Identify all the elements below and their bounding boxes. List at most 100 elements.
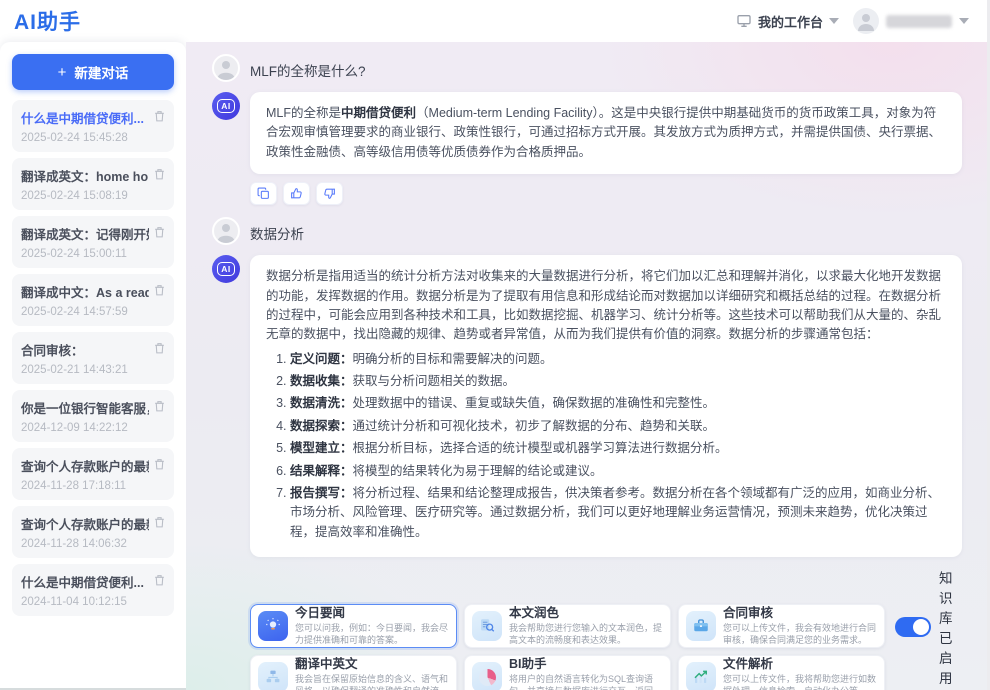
conversation-history-list: 什么是中期借贷便利... 2025-02-24 15:45:28 翻译成英文：h… — [12, 100, 174, 616]
thumbs-down-button[interactable] — [316, 182, 343, 205]
conversation-item[interactable]: 翻译成中文：As a reader... 2025-02-24 14:57:59 — [12, 274, 174, 326]
chat-area: MLF的全称是什么? AI MLF的全称是中期借贷便利（Medium-term … — [186, 42, 987, 690]
card-title: 本文润色 — [509, 606, 663, 622]
trend-arrow-icon — [686, 662, 716, 690]
copy-button[interactable] — [250, 182, 277, 205]
card-title: 文件解析 — [723, 657, 877, 673]
card-desc: 您可以上传文件，我会有效地进行合同审核，确保合同满足您的业务需求。 — [723, 623, 877, 646]
delete-conversation-icon[interactable] — [153, 283, 166, 297]
new-conversation-label: 新建对话 — [74, 62, 128, 82]
card-title: 合同审核 — [723, 606, 877, 622]
workspace-label: 我的工作台 — [758, 12, 823, 31]
document-magnifier-icon — [472, 611, 502, 641]
delete-conversation-icon[interactable] — [153, 515, 166, 529]
card-title: 今日要闻 — [295, 606, 449, 622]
conversation-item[interactable]: 你是一位银行智能客服，... 2024-12-09 14:22:12 — [12, 390, 174, 442]
card-desc: 将用户的自然语言转化为SQL查询语句，并直接与数据库进行交互，返回智能推荐的图表… — [509, 674, 663, 690]
card-desc: 您可以上传文件，我将帮助您进行如数据处理、信息检索、自动化办公等。 — [723, 674, 877, 690]
conversation-title: 翻译成中文：As a reader... — [21, 282, 149, 301]
sidebar: + 新建对话 什么是中期借贷便利... 2025-02-24 15:45:28 … — [0, 42, 186, 690]
briefcase-icon — [686, 611, 716, 641]
card-translate[interactable]: 翻译中英文 我会旨在保留原始信息的含义、语气和风格，以确保翻译的准确性和自然流畅… — [250, 655, 457, 690]
conversation-time: 2024-12-09 14:22:12 — [21, 422, 165, 434]
card-text-polish[interactable]: 本文润色 我会帮助您进行您输入的文本润色，提高文本的流畅度和表达效果。 — [464, 604, 671, 648]
conversation-time: 2025-02-24 15:00:11 — [21, 248, 165, 260]
conversation-item[interactable]: 查询个人存款账户的最新... 2024-11-28 14:06:32 — [12, 506, 174, 558]
conversation-title: 翻译成英文：记得刚开始... — [21, 224, 149, 243]
card-desc: 我会旨在保留原始信息的含义、语气和风格，以确保翻译的准确性和自然流畅。 — [295, 674, 449, 690]
conversation-title: 翻译成英文：home home — [21, 166, 149, 185]
user-message-text: 数据分析 — [250, 217, 304, 243]
user-message: 数据分析 — [212, 217, 962, 245]
ai-message-bubble: MLF的全称是中期借贷便利（Medium-term Lending Facili… — [250, 92, 962, 174]
ai-message-bubble: 数据分析是指用适当的统计分析方法对收集来的大量数据进行分析，将它们加以汇总和理解… — [250, 255, 962, 557]
thumbs-up-button[interactable] — [283, 182, 310, 205]
knowledge-base-label: 知识库已启用 — [939, 567, 962, 687]
ai-avatar: AI — [212, 92, 240, 120]
delete-conversation-icon[interactable] — [153, 167, 166, 181]
delete-conversation-icon[interactable] — [153, 109, 166, 123]
step-item: 报告撰写：将分析过程、结果和结论整理成报告，供决策者参考。数据分析在各个领域都有… — [290, 484, 946, 542]
conversation-item[interactable]: 翻译成英文：home home 2025-02-24 15:08:19 — [12, 158, 174, 210]
user-message-text: MLF的全称是什么? — [250, 54, 366, 80]
answer-bold: 中期借贷便利 — [341, 106, 416, 120]
conversation-item[interactable]: 翻译成英文：记得刚开始... 2025-02-24 15:00:11 — [12, 216, 174, 268]
step-item: 数据清洗：处理数据中的错误、重复或缺失值，确保数据的准确性和完整性。 — [290, 394, 946, 413]
answer-intro: 数据分析是指用适当的统计分析方法对收集来的大量数据进行分析，将它们加以汇总和理解… — [266, 269, 941, 341]
conversation-time: 2025-02-24 15:08:19 — [21, 190, 165, 202]
card-desc: 您可以问我，例如：今日要闻，我会尽力提供准确和可靠的答案。 — [295, 623, 449, 646]
ai-avatar: AI — [212, 255, 240, 283]
step-item: 数据收集：获取与分析问题相关的数据。 — [290, 372, 946, 391]
knowledge-base-toggle[interactable] — [895, 617, 931, 637]
card-title: 翻译中英文 — [295, 657, 449, 673]
card-contract-review[interactable]: 合同审核 您可以上传文件，我会有效地进行合同审核，确保合同满足您的业务需求。 — [678, 604, 885, 648]
conversation-time: 2024-11-28 14:06:32 — [21, 538, 165, 550]
conversation-time: 2025-02-21 14:43:21 — [21, 364, 165, 376]
user-message: MLF的全称是什么? — [212, 54, 962, 82]
delete-conversation-icon[interactable] — [153, 573, 166, 587]
user-avatar — [212, 54, 240, 82]
new-conversation-button[interactable]: + 新建对话 — [12, 54, 174, 90]
username-redacted — [886, 15, 952, 28]
chevron-down-icon — [959, 18, 969, 24]
step-item: 结果解释：将模型的结果转化为易于理解的结论或建议。 — [290, 462, 946, 481]
conversation-time: 2024-11-28 17:18:11 — [21, 480, 165, 492]
flowchart-icon — [258, 662, 288, 690]
conversation-title: 什么是中期借贷便利... — [21, 572, 149, 591]
delete-conversation-icon[interactable] — [153, 225, 166, 239]
conversation-time: 2025-02-24 15:45:28 — [21, 132, 165, 144]
workspace-menu[interactable]: 我的工作台 — [736, 12, 839, 31]
knowledge-base-toggle-group: 知识库已启用 — [895, 567, 962, 687]
message-actions — [250, 182, 962, 205]
app-window: AI助手 我的工作台 + 新建对话 — [0, 0, 990, 690]
lightbulb-icon — [258, 611, 288, 641]
conversation-item[interactable]: 什么是中期借贷便利... 2025-02-24 15:45:28 — [12, 100, 174, 152]
quick-actions-row: 今日要闻 您可以问我，例如：今日要闻，我会尽力提供准确和可靠的答案。 本文润色 … — [250, 567, 962, 690]
conversation-title: 查询个人存款账户的最新... — [21, 456, 149, 475]
delete-conversation-icon[interactable] — [153, 341, 166, 355]
delete-conversation-icon[interactable] — [153, 457, 166, 471]
conversation-title: 查询个人存款账户的最新... — [21, 514, 149, 533]
card-file-parse[interactable]: 文件解析 您可以上传文件，我将帮助您进行如数据处理、信息检索、自动化办公等。 — [678, 655, 885, 690]
analysis-steps-list: 定义问题：明确分析的目标和需要解决的问题。 数据收集：获取与分析问题相关的数据。… — [290, 350, 946, 542]
monitor-icon — [736, 13, 752, 29]
conversation-title: 合同审核： — [21, 340, 149, 359]
card-today-news[interactable]: 今日要闻 您可以问我，例如：今日要闻，我会尽力提供准确和可靠的答案。 — [250, 604, 457, 648]
top-bar: AI助手 我的工作台 — [0, 0, 987, 42]
quick-action-cards: 今日要闻 您可以问我，例如：今日要闻，我会尽力提供准确和可靠的答案。 本文润色 … — [250, 604, 885, 690]
conversation-item[interactable]: 查询个人存款账户的最新... 2024-11-28 17:18:11 — [12, 448, 174, 500]
conversation-title: 什么是中期借贷便利... — [21, 108, 149, 127]
step-item: 模型建立：根据分析目标，选择合适的统计模型或机器学习算法进行数据分析。 — [290, 439, 946, 458]
step-item: 数据探索：通过统计分析和可视化技术，初步了解数据的分布、趋势和关联。 — [290, 417, 946, 436]
conversation-title: 你是一位银行智能客服，... — [21, 398, 149, 417]
card-title: BI助手 — [509, 657, 663, 673]
answer-text: MLF的全称是 — [266, 106, 341, 120]
user-avatar — [212, 217, 240, 245]
chevron-down-icon — [829, 18, 839, 24]
delete-conversation-icon[interactable] — [153, 399, 166, 413]
card-bi-assistant[interactable]: BI助手 将用户的自然语言转化为SQL查询语句，并直接与数据库进行交互，返回智能… — [464, 655, 671, 690]
conversation-item[interactable]: 合同审核： 2025-02-21 14:43:21 — [12, 332, 174, 384]
conversation-time: 2024-11-04 10:12:15 — [21, 596, 165, 608]
conversation-item[interactable]: 什么是中期借贷便利... 2024-11-04 10:12:15 — [12, 564, 174, 616]
user-menu[interactable] — [853, 8, 969, 34]
